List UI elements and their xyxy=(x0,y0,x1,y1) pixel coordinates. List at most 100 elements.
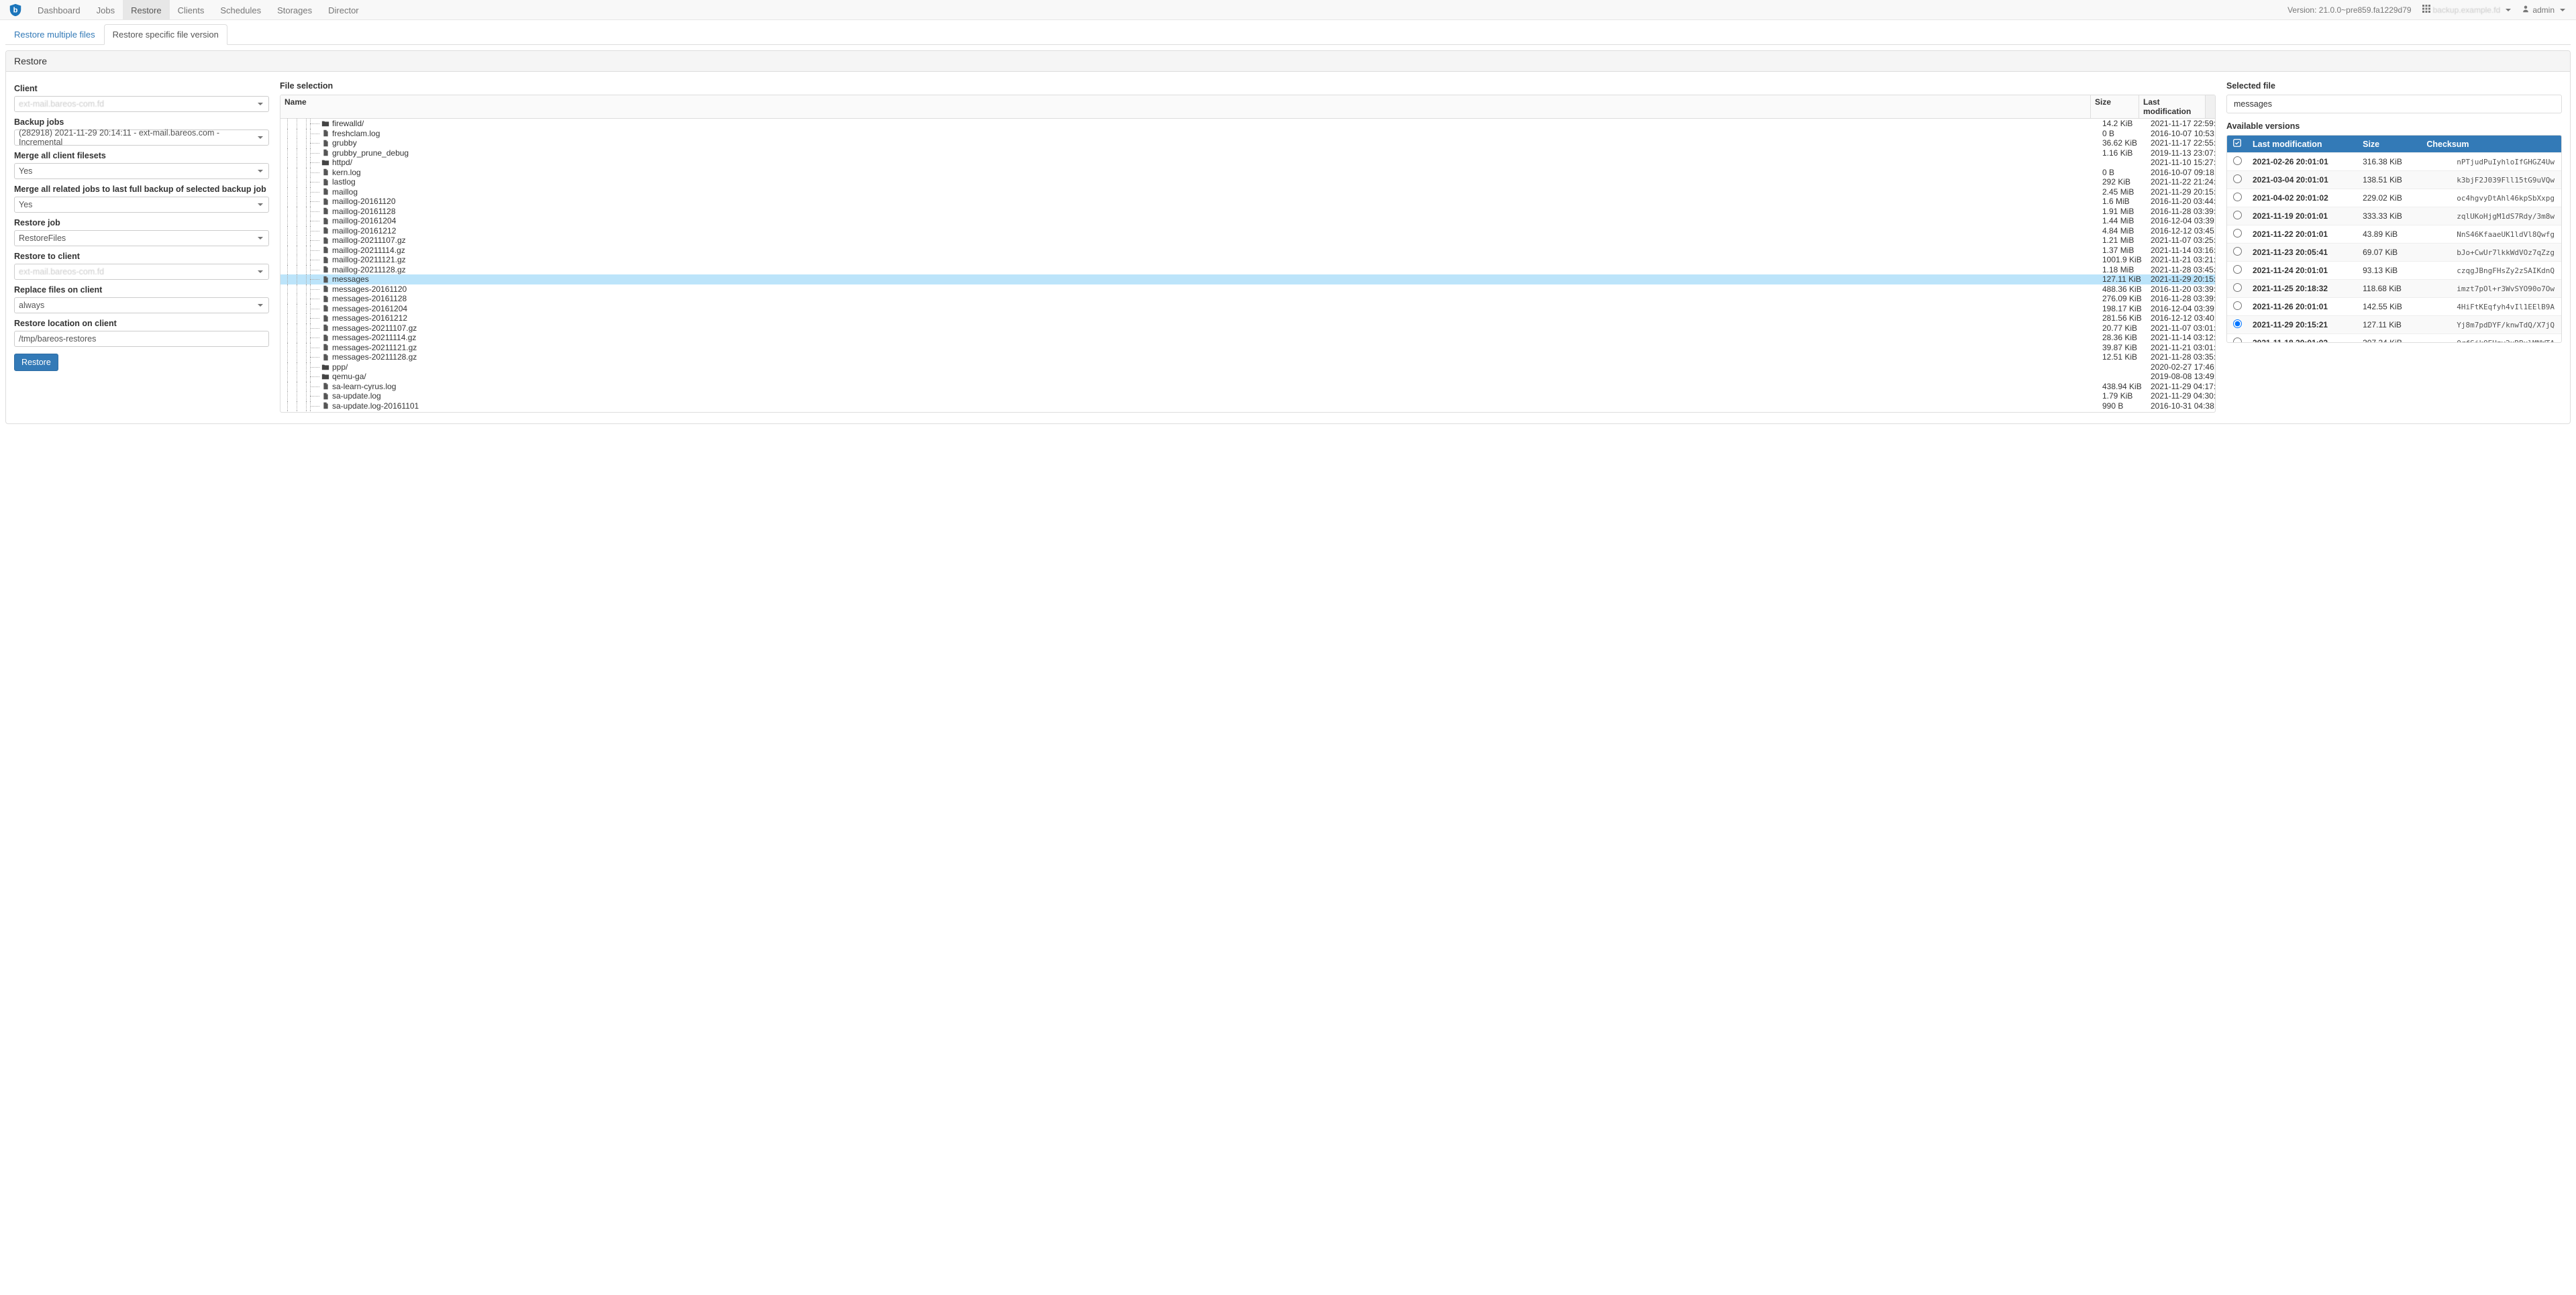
file-row[interactable]: messages-20161204198.17 KiB2016-12-04 03… xyxy=(280,304,2215,314)
file-row[interactable]: httpd/2021-11-10 15:27:03 xyxy=(280,158,2215,168)
merge-filesets-select[interactable]: Yes xyxy=(14,163,269,179)
version-row[interactable]: 2021-11-18 20:01:02307.34 KiB0rfSjkQEHzv… xyxy=(2227,334,2561,344)
version-radio[interactable] xyxy=(2233,301,2242,310)
file-row[interactable]: maillog-20211121.gz1001.9 KiB2021-11-21 … xyxy=(280,255,2215,265)
version-row[interactable]: 2021-11-25 20:18:32118.68 KiBimzt7pOl+r3… xyxy=(2227,280,2561,298)
col-last-modification[interactable]: Last modification xyxy=(2247,136,2357,153)
merge-jobs-select[interactable]: Yes xyxy=(14,197,269,213)
file-row[interactable]: maillog-201612124.84 MiB2016-12-12 03:45… xyxy=(280,226,2215,236)
version-radio[interactable] xyxy=(2233,193,2242,201)
version-radio[interactable] xyxy=(2233,156,2242,165)
nav-clients[interactable]: Clients xyxy=(170,0,213,20)
file-size: 2.45 MiB xyxy=(2100,187,2148,197)
backup-jobs-select[interactable]: (282918) 2021-11-29 20:14:11 - ext-mail.… xyxy=(14,130,269,146)
location-input[interactable] xyxy=(14,331,269,347)
tab-restore-specific-file-version[interactable]: Restore specific file version xyxy=(104,24,227,45)
nav-schedules[interactable]: Schedules xyxy=(212,0,269,20)
nav-restore[interactable]: Restore xyxy=(123,0,170,20)
file-row[interactable]: messages-20211121.gz39.87 KiB2021-11-21 … xyxy=(280,343,2215,353)
nav-storages[interactable]: Storages xyxy=(269,0,320,20)
file-row[interactable]: sa-learn-cyrus.log438.94 KiB2021-11-29 0… xyxy=(280,382,2215,392)
restore-to-select[interactable]: ext-mail.bareos-com.fd xyxy=(14,264,269,280)
col-modification[interactable]: Last modification xyxy=(2139,95,2206,118)
version-radio[interactable] xyxy=(2233,174,2242,183)
version-row[interactable]: 2021-11-23 20:05:4169.07 KiBbJo+CwUr7lkk… xyxy=(2227,244,2561,262)
version-row[interactable]: 2021-03-04 20:01:01138.51 KiBk3bjF2J039F… xyxy=(2227,171,2561,189)
file-row[interactable]: lastlog292 KiB2021-11-22 21:24:08 xyxy=(280,177,2215,187)
version-row[interactable]: 2021-11-29 20:15:21127.11 KiBYj8m7pdDYF/… xyxy=(2227,316,2561,334)
file-size: 14.2 KiB xyxy=(2100,119,2148,128)
version-row[interactable]: 2021-11-26 20:01:01142.55 KiB4HiFtKEqfyh… xyxy=(2227,298,2561,316)
file-row[interactable]: messages-20211114.gz28.36 KiB2021-11-14 … xyxy=(280,333,2215,343)
file-row[interactable]: maillog-20211107.gz1.21 MiB2021-11-07 03… xyxy=(280,236,2215,246)
file-row[interactable]: maillog-201611281.91 MiB2016-11-28 03:39… xyxy=(280,207,2215,217)
file-row[interactable]: grubby36.62 KiB2021-11-17 22:55:43 xyxy=(280,138,2215,148)
col-size[interactable]: Size xyxy=(2090,95,2139,118)
version-date: 2021-11-22 20:01:01 xyxy=(2247,225,2357,244)
file-size: 4.84 MiB xyxy=(2100,226,2148,236)
restore-button[interactable]: Restore xyxy=(14,354,58,371)
file-row[interactable]: messages-20211107.gz20.77 KiB2021-11-07 … xyxy=(280,323,2215,333)
version-radio[interactable] xyxy=(2233,283,2242,292)
file-modified: 2020-02-27 17:46:55 xyxy=(2148,362,2215,372)
nav-dashboard[interactable]: Dashboard xyxy=(30,0,89,20)
panel-title: Restore xyxy=(6,51,2570,72)
file-tree[interactable]: firewalld/14.2 KiB2021-11-17 22:59:45fre… xyxy=(280,119,2215,412)
file-icon xyxy=(321,168,330,177)
file-row[interactable]: kern.log0 B2016-10-07 09:18:42 xyxy=(280,168,2215,178)
tab-restore-multiple-files[interactable]: Restore multiple files xyxy=(5,24,104,45)
file-icon xyxy=(321,207,330,216)
version-row[interactable]: 2021-02-26 20:01:01316.38 KiBnPTjudPuIyh… xyxy=(2227,153,2561,171)
file-modified: 2021-11-07 03:25:02 xyxy=(2148,236,2215,245)
col-version-size[interactable]: Size xyxy=(2357,136,2421,153)
file-icon xyxy=(321,352,330,362)
replace-select[interactable]: always xyxy=(14,297,269,313)
file-row[interactable]: maillog-20211128.gz1.18 MiB2021-11-28 03… xyxy=(280,265,2215,275)
file-row[interactable]: freshclam.log0 B2016-10-07 10:53:51 xyxy=(280,129,2215,139)
version-radio[interactable] xyxy=(2233,211,2242,219)
file-row[interactable]: maillog-201612041.44 MiB2016-12-04 03:39… xyxy=(280,216,2215,226)
version-radio[interactable] xyxy=(2233,319,2242,328)
file-row[interactable]: messages127.11 KiB2021-11-29 20:15:21 xyxy=(280,274,2215,284)
file-modified: 2016-12-12 03:40:54 xyxy=(2148,313,2215,323)
file-row[interactable]: grubby_prune_debug1.16 KiB2019-11-13 23:… xyxy=(280,148,2215,158)
file-row[interactable]: messages-20161120488.36 KiB2016-11-20 03… xyxy=(280,284,2215,295)
version-row[interactable]: 2021-11-24 20:01:0193.13 KiBczqgJBngFHsZ… xyxy=(2227,262,2561,280)
version-radio[interactable] xyxy=(2233,338,2242,343)
file-row[interactable]: sa-update.log1.79 KiB2021-11-29 04:30:47 xyxy=(280,391,2215,401)
version-row[interactable]: 2021-04-02 20:01:02229.02 KiBoc4hgvyDtAh… xyxy=(2227,189,2561,207)
file-row[interactable]: maillog2.45 MiB2021-11-29 20:15:21 xyxy=(280,187,2215,197)
file-modified: 2021-11-29 04:30:47 xyxy=(2148,391,2215,401)
file-row[interactable]: maillog-201611201.6 MiB2016-11-20 03:44:… xyxy=(280,197,2215,207)
file-row[interactable]: sa-update.log-201612011.92 KiB2016-11-30… xyxy=(280,411,2215,412)
file-row[interactable]: messages-20211128.gz12.51 KiB2021-11-28 … xyxy=(280,352,2215,362)
file-modified: 2021-11-22 21:24:08 xyxy=(2148,177,2215,187)
nav-director[interactable]: Director xyxy=(320,0,367,20)
file-row[interactable]: maillog-20211114.gz1.37 MiB2021-11-14 03… xyxy=(280,246,2215,256)
host-dropdown[interactable]: backup.example.fd xyxy=(2417,5,2517,15)
nav-jobs[interactable]: Jobs xyxy=(89,0,123,20)
version-radio[interactable] xyxy=(2233,265,2242,274)
file-row[interactable]: messages-20161212281.56 KiB2016-12-12 03… xyxy=(280,313,2215,323)
version-row[interactable]: 2021-11-19 20:01:01333.33 KiBzqlUKoHjgM1… xyxy=(2227,207,2561,225)
version-radio[interactable] xyxy=(2233,229,2242,238)
version-row[interactable]: 2021-11-22 20:01:0143.89 KiBNnS46KfaaeUK… xyxy=(2227,225,2561,244)
location-label: Restore location on client xyxy=(14,319,269,328)
client-select[interactable]: ext-mail.bareos-com.fd xyxy=(14,96,269,112)
version-radio[interactable] xyxy=(2233,247,2242,256)
file-row[interactable]: firewalld/14.2 KiB2021-11-17 22:59:45 xyxy=(280,119,2215,129)
file-size: 1.44 MiB xyxy=(2100,216,2148,225)
file-row[interactable]: sa-update.log-20161101990 B2016-10-31 04… xyxy=(280,401,2215,411)
file-row[interactable]: ppp/2020-02-27 17:46:55 xyxy=(280,362,2215,372)
file-modified: 2021-11-29 20:15:21 xyxy=(2148,274,2215,284)
restore-job-select[interactable]: RestoreFiles xyxy=(14,230,269,246)
file-modified: 2019-08-08 13:49:53 xyxy=(2148,372,2215,381)
col-checksum[interactable]: Checksum xyxy=(2421,136,2561,153)
file-row[interactable]: qemu-ga/2019-08-08 13:49:53 xyxy=(280,372,2215,382)
col-name[interactable]: Name xyxy=(280,95,2090,118)
file-size: 488.36 KiB xyxy=(2100,284,2148,294)
file-row[interactable]: messages-20161128276.09 KiB2016-11-28 03… xyxy=(280,294,2215,304)
select-all-header[interactable] xyxy=(2227,136,2247,153)
brand-logo[interactable]: b xyxy=(5,0,25,20)
user-dropdown[interactable]: admin xyxy=(2516,5,2571,15)
